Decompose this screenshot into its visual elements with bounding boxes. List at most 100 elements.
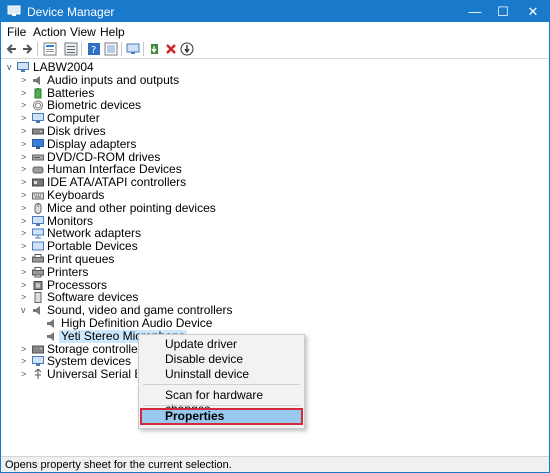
expand-icon[interactable]: >: [21, 240, 29, 251]
expand-icon[interactable]: >: [21, 253, 29, 264]
tree-category[interactable]: > Network adapters: [1, 227, 301, 240]
disk-drive-icon: [32, 128, 44, 135]
category-label: System devices: [47, 354, 132, 369]
menu-divider: [143, 405, 300, 406]
device-manager-window: Device Manager — ☐ ✕ File Action View He…: [0, 0, 550, 473]
category-label: Printers: [47, 264, 89, 279]
expand-icon[interactable]: >: [21, 74, 29, 85]
audio-device-icon: [47, 319, 54, 328]
properties-view-icon[interactable]: [43, 42, 57, 56]
expand-icon[interactable]: >: [21, 99, 29, 110]
category-label: Universal Serial Bus contro: [47, 368, 137, 381]
toolbar-separator: [143, 42, 144, 56]
network-adapter-icon: [32, 228, 44, 239]
menu-view[interactable]: View: [70, 25, 96, 39]
print-queue-icon: [32, 254, 44, 263]
disable-icon[interactable]: [180, 42, 194, 56]
context-menu: Update driver Disable device Uninstall d…: [138, 334, 305, 429]
tree-category[interactable]: > Print queues: [1, 253, 301, 266]
tree-category[interactable]: > Biometric devices: [1, 99, 301, 112]
tree-category[interactable]: > Batteries: [1, 86, 301, 100]
software-device-icon: [34, 292, 42, 304]
menu-action[interactable]: Action: [33, 25, 66, 39]
expand-icon[interactable]: >: [21, 368, 29, 379]
expand-icon[interactable]: >: [21, 163, 29, 174]
expand-icon[interactable]: >: [21, 112, 29, 123]
disable-device-menu-item[interactable]: Disable device: [139, 352, 304, 366]
tree-category[interactable]: > Display adapters: [1, 136, 301, 151]
collapse-icon[interactable]: v: [7, 61, 15, 72]
expand-icon[interactable]: >: [21, 176, 29, 187]
tree-category[interactable]: > Printers: [1, 264, 301, 279]
expand-icon[interactable]: >: [21, 189, 29, 200]
expand-icon[interactable]: >: [21, 355, 29, 366]
expand-icon[interactable]: >: [21, 291, 29, 302]
printer-icon: [32, 266, 44, 278]
tree-category[interactable]: > Portable Devices: [1, 240, 301, 253]
tree-category[interactable]: > Processors: [1, 278, 301, 292]
properties-menu-item[interactable]: Properties: [140, 408, 303, 425]
tree-category[interactable]: > Keyboards: [1, 189, 301, 202]
collapse-icon[interactable]: v: [21, 304, 29, 315]
tree-category[interactable]: > Monitors: [1, 214, 301, 228]
system-device-icon: [32, 356, 44, 367]
expand-icon[interactable]: >: [21, 202, 29, 213]
window-title: Device Manager: [27, 5, 115, 19]
device-manager-icon: [7, 5, 21, 16]
monitor-icon: [32, 215, 44, 226]
uninstall-icon[interactable]: [164, 42, 178, 56]
menu-divider: [143, 384, 300, 385]
computer-name: LABW2004: [33, 60, 94, 74]
update-driver-icon[interactable]: [148, 42, 162, 56]
close-button[interactable]: ✕: [515, 1, 550, 22]
toolbar-separator: [81, 42, 82, 56]
display-adapter-icon: [32, 138, 44, 149]
title-bar[interactable]: Device Manager — ☐ ✕: [1, 1, 549, 22]
expand-icon[interactable]: >: [21, 138, 29, 149]
expand-icon[interactable]: >: [21, 227, 29, 238]
expand-icon[interactable]: >: [21, 266, 29, 277]
menu-help[interactable]: Help: [100, 25, 125, 39]
menu-file[interactable]: File: [7, 25, 26, 39]
svg-text:?: ?: [91, 45, 96, 56]
expand-icon[interactable]: >: [21, 125, 29, 136]
dvd-drive-icon: [32, 154, 44, 161]
status-bar: Opens property sheet for the current sel…: [1, 456, 549, 472]
tree-category[interactable]: > Audio inputs and outputs: [1, 73, 301, 87]
battery-icon: [34, 87, 42, 99]
tree-category[interactable]: > Universal Serial Bus contro: [1, 368, 137, 381]
device-label: High Definition Audio Device: [61, 316, 213, 330]
toolbar: ?: [1, 41, 549, 57]
usb-controller-icon: [34, 369, 42, 380]
portable-device-icon: [32, 241, 44, 251]
help-icon[interactable]: ?: [87, 42, 101, 56]
expand-icon[interactable]: >: [21, 215, 29, 226]
tree-root[interactable]: v LABW2004: [1, 61, 301, 74]
device-properties-icon[interactable]: [104, 42, 118, 56]
scan-hardware-menu-item[interactable]: Scan for hardware changes: [139, 388, 304, 416]
forward-icon[interactable]: [20, 42, 34, 56]
monitor-icon: [32, 113, 44, 124]
category-label: Display adapters: [47, 136, 137, 151]
expand-icon[interactable]: >: [21, 279, 29, 290]
back-icon[interactable]: [5, 42, 19, 56]
tree-category[interactable]: > Disk drives: [1, 125, 301, 138]
update-driver-menu-item[interactable]: Update driver: [139, 337, 304, 351]
expand-icon[interactable]: >: [21, 151, 29, 162]
computer-icon: [17, 62, 29, 72]
tree-category[interactable]: > IDE ATA/ATAPI controllers: [1, 176, 301, 189]
toolbar-separator: [37, 42, 38, 56]
show-hidden-icon[interactable]: [64, 42, 78, 56]
hid-icon: [32, 166, 44, 174]
tree-category[interactable]: > Mice and other pointing devices: [1, 201, 301, 215]
keyboard-icon: [32, 192, 44, 200]
category-label: Print queues: [47, 252, 115, 266]
scan-hardware-icon[interactable]: [126, 42, 140, 56]
category-label: Keyboards: [47, 188, 105, 202]
tree-device[interactable]: High Definition Audio Device: [1, 317, 301, 330]
toolbar-separator: [121, 42, 122, 56]
uninstall-device-menu-item[interactable]: Uninstall device: [139, 367, 304, 381]
tree-category[interactable]: > Computer: [1, 112, 301, 125]
expand-icon[interactable]: >: [21, 87, 29, 98]
expand-icon[interactable]: >: [21, 343, 29, 354]
